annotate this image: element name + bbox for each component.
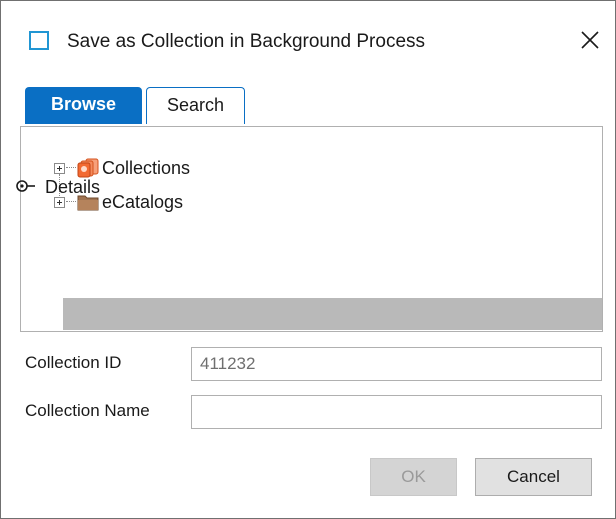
details-label[interactable]: Details bbox=[45, 177, 100, 198]
details-bar[interactable] bbox=[63, 298, 602, 330]
cancel-button[interactable]: Cancel bbox=[475, 458, 592, 496]
collection-name-input[interactable] bbox=[191, 395, 602, 429]
collection-id-label: Collection ID bbox=[25, 353, 122, 372]
collection-icon bbox=[77, 158, 99, 178]
expand-icon[interactable] bbox=[54, 162, 65, 174]
tab-browse[interactable]: Browse bbox=[25, 87, 142, 124]
browse-panel: Collections eCatalogs bbox=[20, 126, 603, 332]
details-toggle-icon[interactable] bbox=[15, 178, 37, 194]
dialog-window: Save as Collection in Background Process… bbox=[0, 0, 616, 519]
collection-name-label: Collection Name bbox=[25, 401, 150, 420]
tree-item-label: eCatalogs bbox=[102, 191, 184, 212]
tree-item-label: Collections bbox=[102, 157, 191, 178]
tree-connector bbox=[66, 167, 76, 169]
window-icon bbox=[29, 31, 49, 50]
collection-id-field: 411232 bbox=[191, 347, 602, 381]
ok-button[interactable]: OK bbox=[370, 458, 457, 496]
tab-bar: Browse Search bbox=[25, 87, 616, 125]
tree-connector bbox=[66, 201, 76, 203]
tab-search[interactable]: Search bbox=[146, 87, 245, 124]
expand-icon[interactable] bbox=[54, 196, 65, 208]
dialog-title: Save as Collection in Background Process bbox=[67, 31, 426, 52]
close-button[interactable] bbox=[575, 25, 605, 55]
title-bar: Save as Collection in Background Process bbox=[1, 1, 615, 87]
